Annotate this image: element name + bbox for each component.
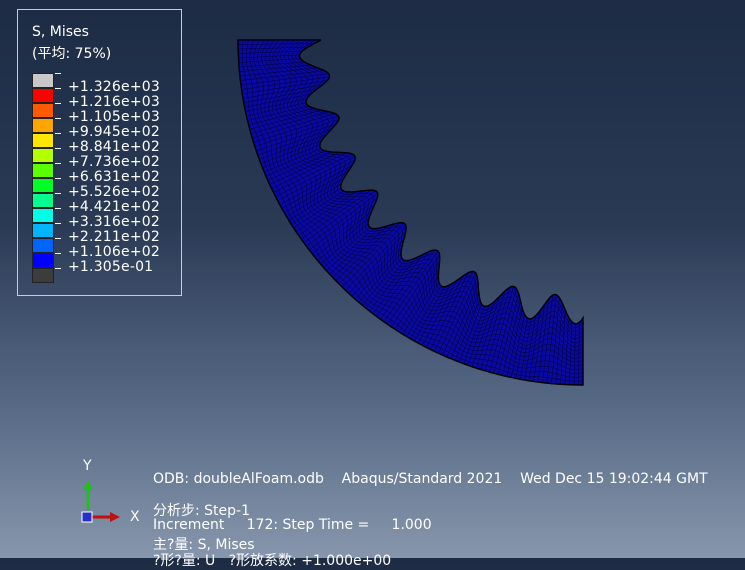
increment-info-line: Increment 172: Step Time = 1.000 bbox=[153, 517, 432, 533]
legend-swatch bbox=[32, 208, 54, 223]
legend-swatch bbox=[32, 238, 54, 253]
legend-entry: +8.841e+02 bbox=[32, 133, 182, 155]
y-axis-arrowhead bbox=[83, 480, 93, 490]
legend-swatch bbox=[32, 178, 54, 193]
legend-entry: +5.526e+02 bbox=[32, 178, 182, 200]
legend-swatch bbox=[32, 133, 54, 148]
legend-swatch bbox=[32, 223, 54, 238]
coordinate-triad: Y X bbox=[72, 458, 152, 528]
legend-subtitle: (平均: 75%) bbox=[32, 46, 112, 62]
legend-tick bbox=[55, 73, 61, 74]
legend-swatch bbox=[32, 148, 54, 163]
odb-info-line: ODB: doubleAlFoam.odb Abaqus/Standard 20… bbox=[153, 471, 708, 487]
legend-entry: +1.106e+02 bbox=[32, 238, 182, 260]
legend-entry: +3.316e+02 bbox=[32, 208, 182, 230]
y-axis-label: Y bbox=[83, 458, 92, 474]
legend-swatch bbox=[32, 163, 54, 178]
x-axis-label: X bbox=[130, 509, 140, 525]
legend-entry: +4.421e+02 bbox=[32, 193, 182, 215]
legend-entry: +2.211e+02 bbox=[32, 223, 182, 245]
legend-swatch bbox=[32, 193, 54, 208]
x-axis-arrowhead bbox=[110, 512, 120, 522]
legend-swatch bbox=[32, 253, 54, 268]
deformed-variable-line: ?形?量: U ?形放系数: +1.000e+00 bbox=[153, 553, 392, 569]
legend-entry: +1.105e+03 bbox=[32, 103, 182, 125]
legend-swatch bbox=[32, 73, 54, 88]
legend-swatch bbox=[32, 88, 54, 103]
legend-entry: +1.216e+03 bbox=[32, 88, 182, 110]
legend-entry: +6.631e+02 bbox=[32, 163, 182, 185]
legend-entry: +1.305e-01 bbox=[32, 253, 182, 275]
foam-ring-part bbox=[237, 39, 584, 386]
legend-entry: +9.945e+02 bbox=[32, 118, 182, 140]
legend-swatch bbox=[32, 118, 54, 133]
legend-entry: +1.326e+03 bbox=[32, 73, 182, 95]
legend-entry bbox=[32, 268, 182, 283]
contour-legend: S, Mises (平均: 75%) +1.326e+03 +1.216e+03 +… bbox=[17, 9, 182, 296]
legend-title: S, Mises bbox=[32, 24, 89, 40]
legend-swatch bbox=[32, 268, 54, 283]
legend-entry: +7.736e+02 bbox=[32, 148, 182, 170]
legend-swatch bbox=[32, 103, 54, 118]
z-axis-marker bbox=[81, 511, 93, 523]
viewport[interactable]: S, Mises (平均: 75%) +1.326e+03 +1.216e+03 +… bbox=[0, 0, 745, 569]
